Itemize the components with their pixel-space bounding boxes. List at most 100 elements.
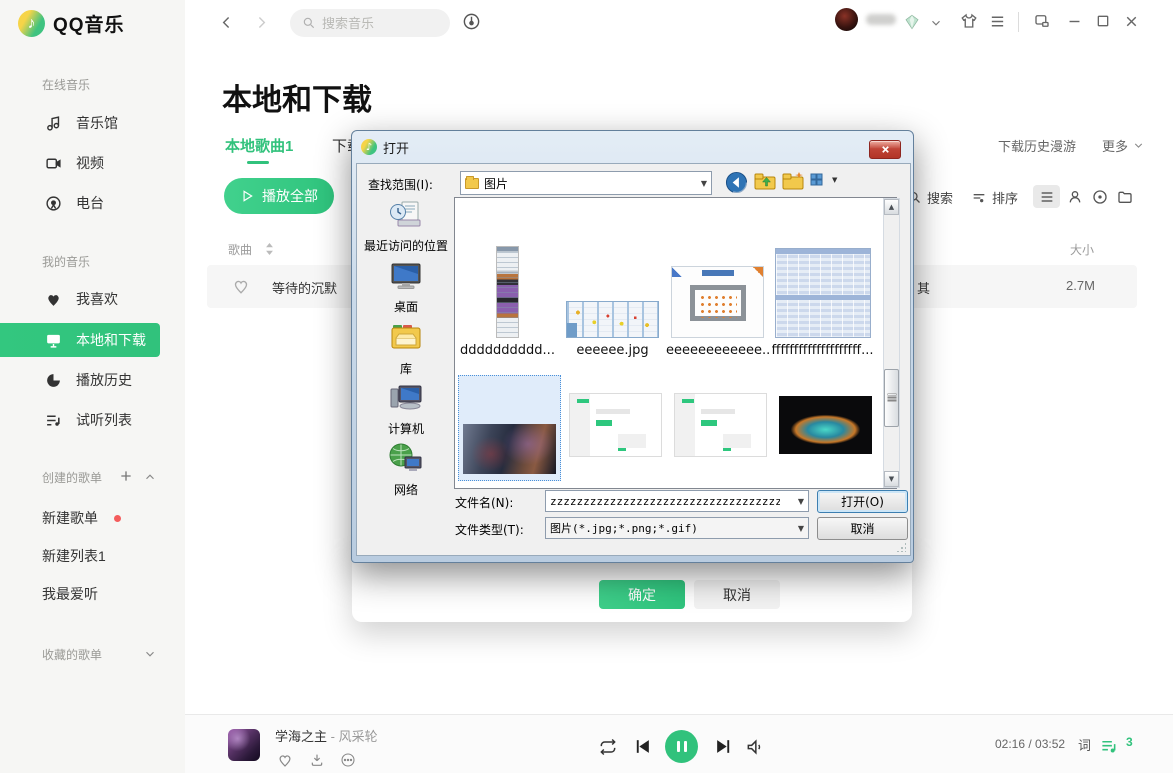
artist-view-toggle[interactable] [1061, 185, 1088, 208]
file-item[interactable]: dddddddddd... [455, 206, 560, 358]
dialog-titlebar[interactable]: ♪ 打开 [352, 131, 913, 163]
album-art[interactable] [228, 729, 260, 761]
places-bar: 最近访问的位置 桌面 库 计算机 网络 [359, 197, 453, 497]
sidebar-item-my-likes[interactable]: 我喜欢 [0, 282, 160, 316]
look-in-label: 查找范围(I): [368, 176, 433, 193]
search-box[interactable] [290, 9, 450, 37]
file-list[interactable]: dddddddddd... eeeeee.jpg eeeeeeeeeeee...… [454, 197, 897, 489]
folder-view-toggle[interactable] [1111, 185, 1138, 208]
next-track-button[interactable] [714, 737, 733, 756]
expand-collected-playlists-button[interactable] [143, 647, 157, 661]
previous-track-button[interactable] [633, 737, 652, 756]
file-item[interactable]: eeeeee.jpg [560, 206, 665, 358]
sidebar-item-label: 电台 [76, 193, 104, 213]
sidebar-item-radio[interactable]: 电台 [0, 186, 160, 220]
file-item[interactable] [563, 375, 668, 475]
file-item[interactable]: ffffffffffffffffffff... [770, 206, 875, 358]
place-desktop[interactable]: 桌面 [359, 261, 453, 315]
sidebar-item-new-list-1[interactable]: 新建列表1 [0, 539, 160, 573]
theme-button[interactable] [960, 12, 978, 30]
playlist-icon [45, 412, 62, 429]
sidebar-item-play-history[interactable]: 播放历史 [0, 363, 160, 397]
desktop-icon [388, 261, 424, 293]
place-network[interactable]: 网络 [359, 442, 453, 498]
sidebar-item-video[interactable]: 视频 [0, 146, 160, 180]
file-item[interactable]: eeeeeeeeeeee... [665, 206, 770, 358]
sidebar-item-label: 新建列表1 [42, 546, 106, 566]
close-button[interactable] [1123, 13, 1140, 30]
lyrics-toggle[interactable]: 词 [1078, 735, 1091, 754]
pause-button[interactable] [665, 730, 698, 763]
like-heart-icon[interactable] [232, 277, 250, 295]
look-in-combobox[interactable]: 图片 ▼ [460, 171, 712, 195]
scrollbar-thumb[interactable] [884, 369, 899, 427]
user-avatar[interactable] [835, 8, 858, 31]
column-header-size: 大小 [1070, 241, 1094, 258]
heart-outline-icon [277, 752, 293, 768]
more-link[interactable]: 更多 [1102, 136, 1145, 155]
open-button[interactable]: 打开(O) [817, 490, 908, 513]
libraries-icon [388, 321, 424, 355]
new-folder-button[interactable] [782, 171, 805, 191]
back-button[interactable] [218, 14, 235, 31]
scroll-up-button[interactable]: ▲ [884, 199, 899, 215]
search-input[interactable] [322, 16, 432, 31]
playlist-button[interactable] [1100, 737, 1119, 756]
view-menu-button[interactable]: ▼ [810, 171, 837, 189]
scroll-down-button[interactable]: ▼ [884, 471, 899, 487]
resize-grip[interactable] [896, 542, 906, 552]
sidebar-item-audition-list[interactable]: 试听列表 [0, 403, 160, 437]
file-list-scrollbar[interactable]: ▲ ▼ [883, 198, 900, 488]
sort-button[interactable]: 排序 [971, 188, 1018, 207]
loop-mode-button[interactable] [598, 737, 618, 757]
add-playlist-button[interactable] [118, 468, 134, 484]
album-view-toggle[interactable] [1086, 185, 1113, 208]
up-one-level-button[interactable] [754, 171, 777, 191]
play-all-button[interactable]: 播放全部 [224, 178, 334, 214]
nav-back-button[interactable] [725, 171, 748, 194]
player-download-button[interactable] [309, 752, 325, 768]
playlist-count: 3 [1126, 735, 1133, 749]
place-libraries[interactable]: 库 [359, 321, 453, 377]
main-menu-button[interactable] [989, 13, 1006, 30]
file-item[interactable] [773, 375, 878, 475]
chevron-down-icon [143, 647, 157, 661]
place-computer[interactable]: 计算机 [359, 383, 453, 437]
music-recognition-button[interactable] [462, 12, 481, 31]
sort-arrows-icon[interactable] [265, 243, 274, 255]
forward-button[interactable] [253, 14, 270, 31]
volume-button[interactable] [745, 737, 765, 757]
player-like-button[interactable] [277, 752, 293, 768]
page-title: 本地和下载 [222, 75, 372, 119]
confirm-ok-button[interactable]: 确定 [599, 580, 685, 609]
maximize-button[interactable] [1095, 13, 1111, 29]
account-menu-button[interactable] [929, 16, 943, 30]
new-badge-dot [114, 515, 121, 522]
tab-local-songs[interactable]: 本地歌曲1 [225, 135, 293, 156]
mini-player-button[interactable] [1033, 12, 1051, 30]
sidebar-group-my-music: 我的音乐 [42, 255, 90, 269]
monitor-download-icon [45, 332, 62, 349]
place-recent[interactable]: 最近访问的位置 [359, 200, 453, 254]
sidebar-item-my-favorites[interactable]: 我最爱听 [0, 577, 160, 611]
minimize-button[interactable] [1066, 13, 1083, 30]
file-item[interactable] [668, 375, 773, 475]
column-header-song[interactable]: 歌曲 [228, 241, 252, 258]
dialog-close-button[interactable] [869, 140, 901, 159]
file-type-combobox[interactable]: 图片(*.jpg;*.png;*.gif) ▼ [545, 517, 809, 539]
download-history-link[interactable]: 下载历史漫游 [998, 136, 1076, 155]
now-playing-title[interactable]: 学海之主 - 风采轮 [275, 726, 378, 745]
sidebar-item-music-hall[interactable]: 音乐馆 [0, 106, 160, 140]
vip-button[interactable] [903, 13, 921, 31]
sidebar-item-local-and-download[interactable]: 本地和下载 [0, 323, 160, 357]
file-item-selected[interactable] [458, 375, 561, 481]
sidebar-item-new-playlist[interactable]: 新建歌单 [0, 501, 160, 535]
player-more-button[interactable] [340, 752, 356, 768]
list-view-toggle[interactable] [1033, 185, 1060, 208]
now-playing-artist[interactable]: 风采轮 [339, 729, 378, 744]
file-name-combobox[interactable]: zzzzzzzzzzzzzzzzzzzzzzzzzzzzzzzzzzzzzz ▼ [545, 490, 809, 512]
collapse-created-playlists-button[interactable] [143, 470, 157, 484]
dialog-cancel-button[interactable]: 取消 [817, 517, 908, 540]
sidebar-group-online-music: 在线音乐 [42, 78, 90, 92]
confirm-cancel-button[interactable]: 取消 [694, 580, 780, 609]
